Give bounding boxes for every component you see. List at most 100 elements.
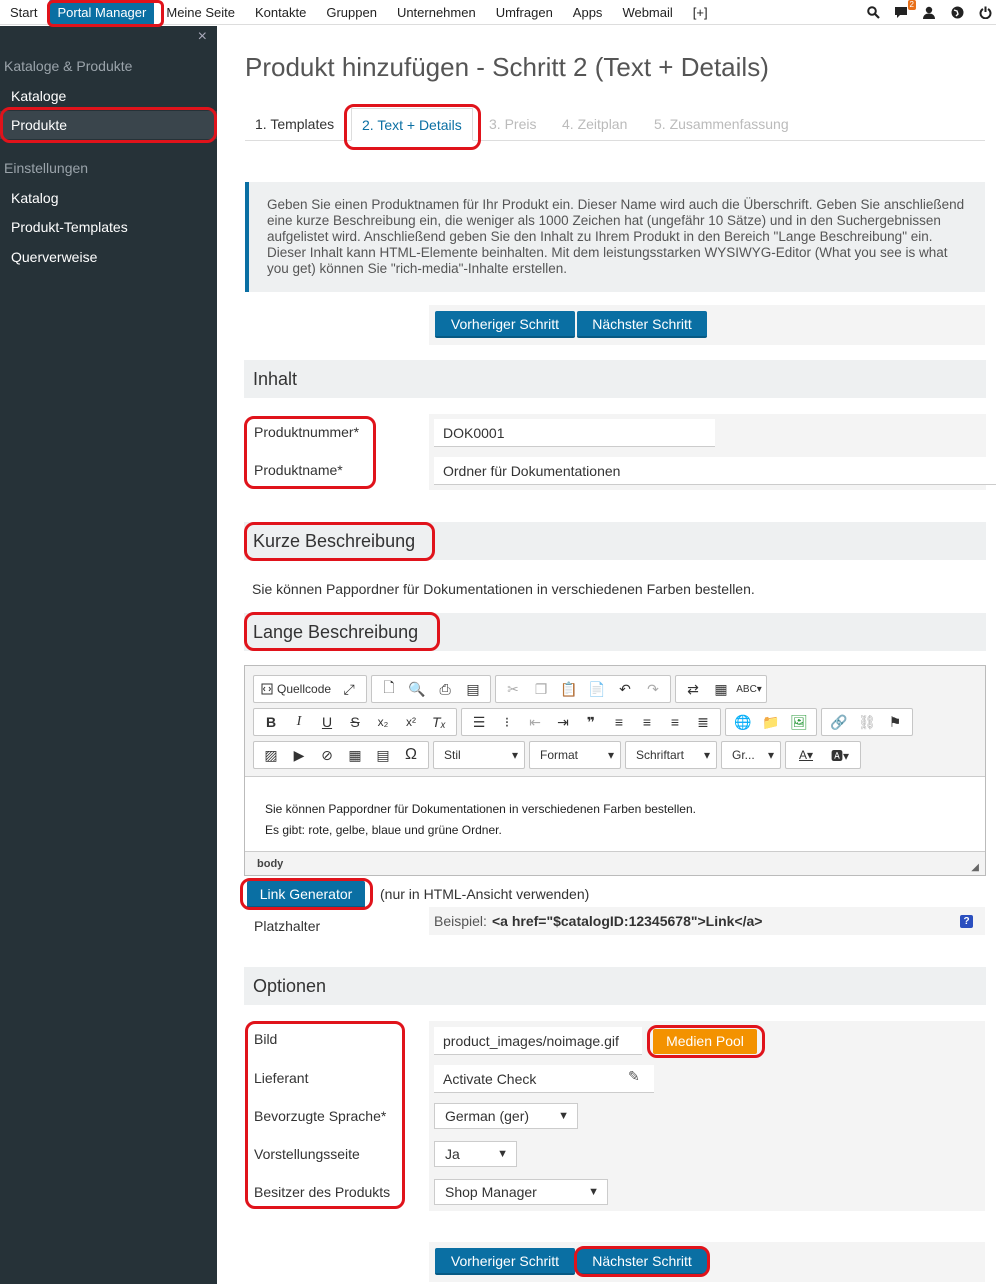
web-icon[interactable]: 🌐: [729, 711, 757, 733]
bold-icon[interactable]: B: [257, 711, 285, 733]
nav-add[interactable]: [+]: [683, 0, 718, 25]
align-center-icon[interactable]: ≡: [633, 711, 661, 733]
blockquote-icon[interactable]: ❞: [577, 711, 605, 733]
tab-zeitplan[interactable]: 4. Zeitplan: [552, 108, 637, 141]
tab-templates[interactable]: 1. Templates: [245, 108, 344, 141]
strike-icon[interactable]: S: [341, 711, 369, 733]
medien-pool-button[interactable]: Medien Pool: [653, 1029, 757, 1054]
next-step-button[interactable]: Nächster Schritt: [577, 311, 707, 338]
numbered-list-icon[interactable]: ☰: [465, 711, 493, 733]
link-icon[interactable]: 🔗: [825, 711, 853, 733]
label-produktnummer: Produktnummer*: [254, 424, 360, 440]
search-icon[interactable]: [866, 6, 880, 20]
link-generator-button[interactable]: Link Generator: [247, 881, 365, 908]
power-icon[interactable]: [978, 6, 992, 20]
nav-unternehmen[interactable]: Unternehmen: [387, 0, 486, 25]
user-icon[interactable]: [922, 6, 936, 20]
sidebar-item-produkt-templates[interactable]: Produkt-Templates: [0, 213, 217, 241]
select-all-icon[interactable]: ▦: [707, 678, 735, 700]
pencil-icon[interactable]: ✎: [628, 1068, 640, 1085]
paste-text-icon[interactable]: 📄: [583, 678, 611, 700]
nav-webmail[interactable]: Webmail: [612, 0, 682, 25]
sidebar-item-katalog[interactable]: Katalog: [0, 184, 217, 212]
source-button[interactable]: Quellcode: [257, 678, 335, 700]
besitzer-select[interactable]: Shop Manager ▼: [434, 1179, 608, 1205]
templates-icon[interactable]: ▤: [459, 678, 487, 700]
unlink-icon[interactable]: ⛓: [853, 711, 881, 733]
lieferant-input[interactable]: Activate Check: [434, 1065, 654, 1093]
align-left-icon[interactable]: ≡: [605, 711, 633, 733]
bild-input[interactable]: product_images/noimage.gif: [434, 1027, 642, 1055]
outdent-icon[interactable]: ⇤: [521, 711, 549, 733]
messages-icon[interactable]: 2: [894, 0, 916, 20]
section-lange-beschreibung: Lange Beschreibung: [244, 613, 986, 651]
kurze-beschreibung-text[interactable]: Sie können Pappordner für Dokumentatione…: [252, 581, 755, 597]
close-icon[interactable]: ×: [198, 28, 207, 46]
print-icon[interactable]: ⎙: [431, 678, 459, 700]
previous-step-button[interactable]: Vorheriger Schritt: [435, 311, 575, 338]
spellcheck-icon[interactable]: ABC▾: [735, 678, 763, 700]
image-icon[interactable]: ▨: [257, 744, 285, 766]
file-icon[interactable]: 📁: [757, 711, 785, 733]
globe-icon[interactable]: [950, 6, 964, 20]
superscript-icon[interactable]: x²: [397, 711, 425, 733]
justify-icon[interactable]: ≣: [689, 711, 717, 733]
resize-handle-icon[interactable]: ◢: [971, 862, 979, 873]
tab-text-details[interactable]: 2. Text + Details: [351, 108, 473, 141]
cut-icon[interactable]: ✂: [499, 678, 527, 700]
undo-icon[interactable]: ↶: [611, 678, 639, 700]
vorstellungsseite-select[interactable]: Ja ▼: [434, 1141, 517, 1167]
table-icon[interactable]: ▦: [341, 744, 369, 766]
sidebar-item-querverweise[interactable]: Querverweise: [0, 243, 217, 271]
subscript-icon[interactable]: x₂: [369, 711, 397, 733]
element-path[interactable]: body: [257, 858, 283, 870]
underline-icon[interactable]: U: [313, 711, 341, 733]
bg-color-icon[interactable]: 🅰▾: [823, 744, 857, 766]
youtube-icon[interactable]: ▶: [285, 744, 313, 766]
size-select[interactable]: Gr... ▾: [721, 741, 781, 769]
sidebar-item-kataloge[interactable]: Kataloge: [0, 82, 217, 110]
new-page-icon[interactable]: 🗋: [375, 678, 403, 700]
align-right-icon[interactable]: ≡: [661, 711, 689, 733]
remove-format-icon[interactable]: Tₓ: [425, 711, 453, 733]
nav-kontakte[interactable]: Kontakte: [245, 0, 316, 25]
toolbar-group-links: 🔗 ⛓ ⚑: [821, 708, 913, 736]
label-lieferant: Lieferant: [254, 1070, 309, 1086]
replace-icon[interactable]: ⇄: [679, 678, 707, 700]
preview-icon[interactable]: 🔍: [403, 678, 431, 700]
italic-icon[interactable]: I: [285, 711, 313, 733]
previous-step-button-bottom[interactable]: Vorheriger Schritt: [435, 1248, 575, 1275]
nav-portal-manager[interactable]: Portal Manager: [49, 0, 155, 25]
image-gallery-icon[interactable]: 🖼: [785, 711, 813, 733]
bulleted-list-icon[interactable]: ⁝: [493, 711, 521, 733]
horizontal-rule-icon[interactable]: ▤: [369, 744, 397, 766]
nav-apps[interactable]: Apps: [563, 0, 613, 25]
anchor-flag-icon[interactable]: ⚑: [881, 711, 909, 733]
indent-icon[interactable]: ⇥: [549, 711, 577, 733]
text-color-icon[interactable]: A▾: [789, 744, 823, 766]
produktnummer-input[interactable]: DOK0001: [434, 419, 715, 447]
font-select[interactable]: Schriftart ▾: [625, 741, 717, 769]
sidebar-item-produkte[interactable]: Produkte: [0, 111, 217, 139]
special-char-icon[interactable]: Ω: [397, 744, 425, 766]
tab-zusammenfassung[interactable]: 5. Zusammenfassung: [644, 108, 799, 141]
section-inhalt: Inhalt: [244, 360, 986, 398]
tab-preis[interactable]: 3. Preis: [479, 108, 546, 141]
produktname-input[interactable]: Ordner für Dokumentationen: [434, 457, 996, 485]
editor-content[interactable]: Sie können Pappordner für Dokumentatione…: [245, 776, 985, 852]
sprache-select[interactable]: German (ger) ▼: [434, 1103, 578, 1129]
nav-meine-seite[interactable]: Meine Seite: [156, 0, 245, 25]
nav-umfragen[interactable]: Umfragen: [486, 0, 563, 25]
nav-start[interactable]: Start: [0, 0, 47, 25]
paste-icon[interactable]: 📋: [555, 678, 583, 700]
format-select[interactable]: Format ▾: [529, 741, 621, 769]
copy-icon[interactable]: ❐: [527, 678, 555, 700]
redo-icon[interactable]: ↷: [639, 678, 667, 700]
nav-gruppen[interactable]: Gruppen: [316, 0, 387, 25]
flash-icon[interactable]: ⊘: [313, 744, 341, 766]
maximize-icon[interactable]: ⤢: [335, 678, 363, 700]
help-icon[interactable]: ?: [960, 915, 973, 928]
style-select[interactable]: Stil ▾: [433, 741, 525, 769]
link-generator-note: (nur in HTML-Ansicht verwenden): [380, 886, 590, 902]
next-step-button-bottom[interactable]: Nächster Schritt: [577, 1248, 707, 1275]
